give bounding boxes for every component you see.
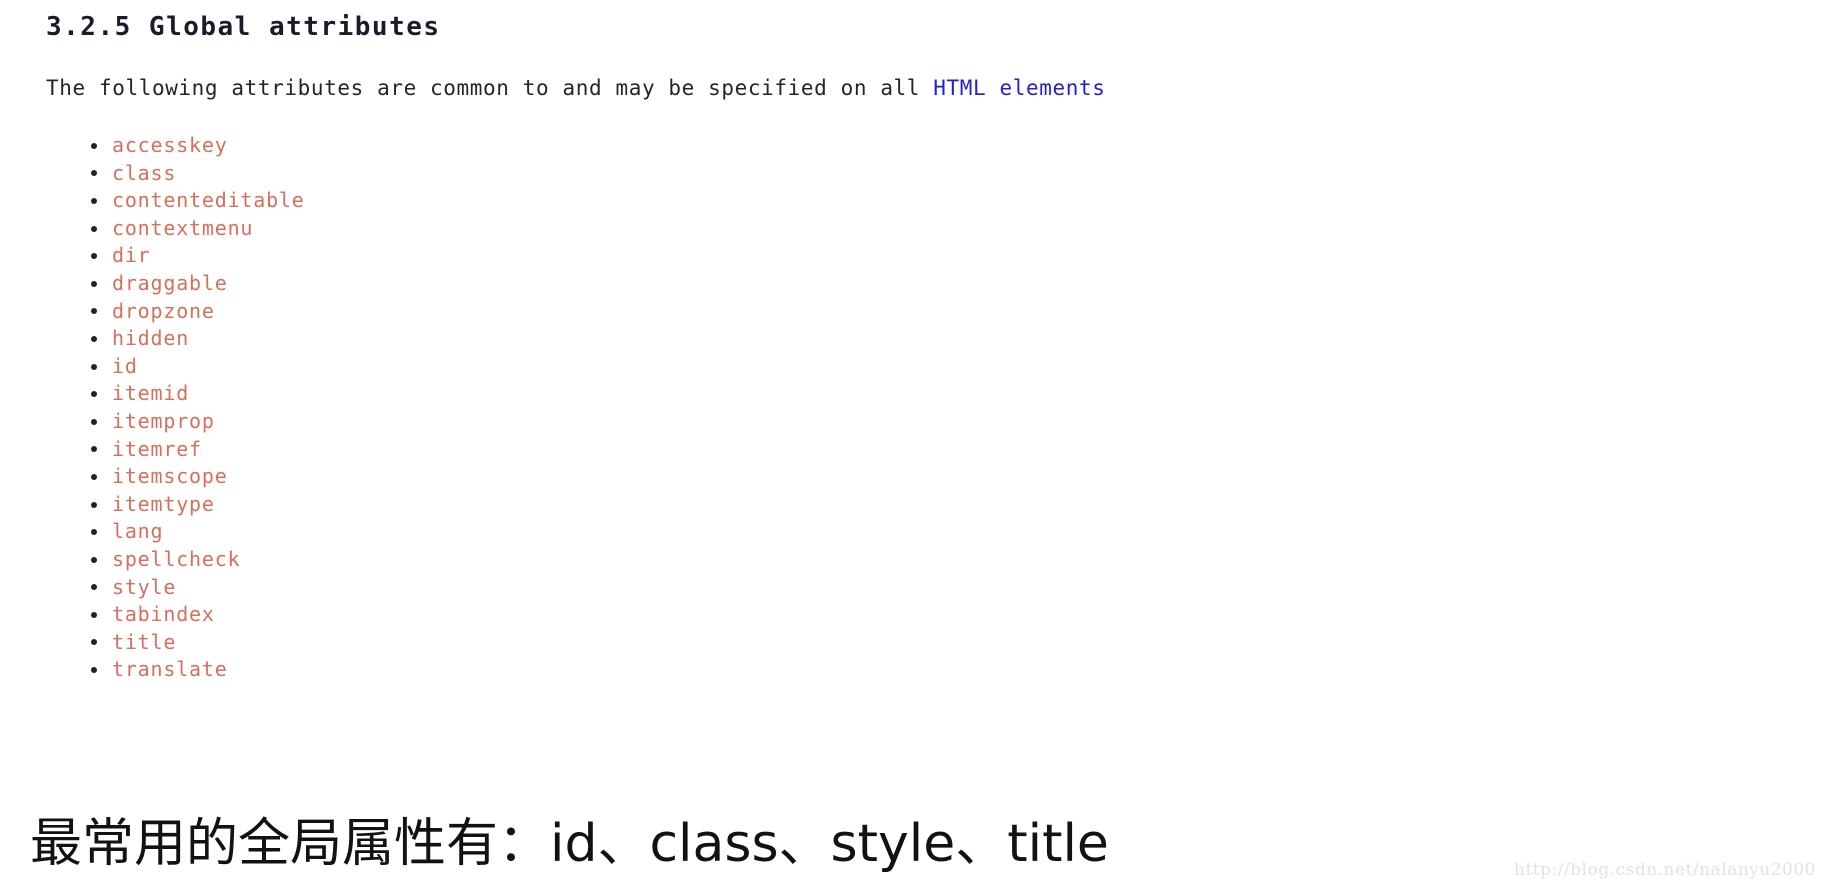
- list-item: id: [78, 353, 305, 381]
- global-attributes-list: accesskey class contenteditable contextmenu…: [78, 132, 305, 684]
- list-item: dropzone: [78, 298, 305, 326]
- attribute-name: itemscope: [112, 464, 228, 489]
- intro-text-before-link: The following attributes are common to a…: [46, 76, 934, 100]
- attribute-name: lang: [112, 519, 164, 544]
- list-item: tabindex: [78, 601, 305, 629]
- attribute-name: itemid: [112, 381, 190, 406]
- attribute-name: title: [112, 629, 177, 654]
- list-item: spellcheck: [78, 546, 305, 574]
- list-item: itemref: [78, 436, 305, 464]
- list-item: title: [78, 629, 305, 657]
- attribute-name: translate: [112, 657, 228, 682]
- list-item: itemid: [78, 380, 305, 408]
- list-item: dir: [78, 242, 305, 270]
- list-item: contenteditable: [78, 187, 305, 215]
- list-item: itemprop: [78, 408, 305, 436]
- attribute-name: contenteditable: [112, 188, 305, 213]
- list-item: itemscope: [78, 463, 305, 491]
- list-item: translate: [78, 656, 305, 684]
- attribute-name: dropzone: [112, 298, 215, 323]
- attribute-name: class: [112, 160, 177, 185]
- list-item: draggable: [78, 270, 305, 298]
- list-item: style: [78, 574, 305, 602]
- list-item: class: [78, 160, 305, 188]
- list-item: hidden: [78, 325, 305, 353]
- document-page: 3.2.5 Global attributes The following at…: [0, 0, 1824, 896]
- list-item: itemtype: [78, 491, 305, 519]
- attribute-name: id: [112, 353, 138, 378]
- attribute-name: hidden: [112, 326, 190, 351]
- attribute-name: tabindex: [112, 602, 215, 627]
- html-elements-link[interactable]: HTML elements: [933, 76, 1105, 100]
- list-item: lang: [78, 518, 305, 546]
- attribute-name: itemref: [112, 436, 202, 461]
- attribute-name: dir: [112, 243, 151, 268]
- list-item: accesskey: [78, 132, 305, 160]
- intro-paragraph: The following attributes are common to a…: [46, 76, 1105, 100]
- list-item: contextmenu: [78, 215, 305, 243]
- summary-text: 最常用的全局属性有：id、class、style、title: [30, 814, 1109, 874]
- page-title: 3.2.5 Global attributes: [46, 12, 441, 42]
- attribute-name: itemprop: [112, 408, 215, 433]
- watermark-url: http://blog.csdn.net/nalanyu2000: [1514, 860, 1816, 880]
- attribute-name: spellcheck: [112, 546, 241, 571]
- attribute-name: draggable: [112, 270, 228, 295]
- attribute-name: itemtype: [112, 491, 215, 516]
- attribute-name: contextmenu: [112, 215, 254, 240]
- attribute-name: accesskey: [112, 133, 228, 157]
- attribute-name: style: [112, 574, 177, 599]
